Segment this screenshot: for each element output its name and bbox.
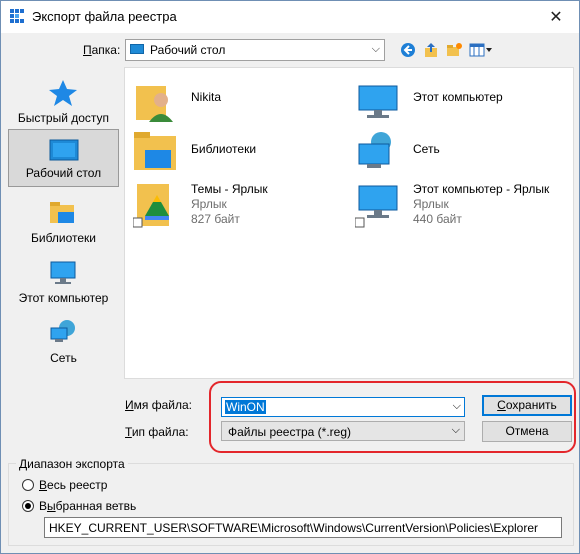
place-desktop[interactable]: Рабочий стол xyxy=(8,129,119,187)
computer-icon xyxy=(358,85,398,118)
registry-editor-icon xyxy=(10,9,24,23)
export-registry-dialog: Экспорт файла реестра ✕ Папка: Рабочий с… xyxy=(0,0,580,554)
back-button[interactable] xyxy=(399,41,417,59)
place-quick-access[interactable]: Быстрый доступ xyxy=(8,73,119,131)
file-name-label: Имя файла: xyxy=(125,398,192,412)
network-icon xyxy=(50,320,75,342)
libraries-icon xyxy=(134,132,176,170)
computer-shortcut-icon xyxy=(355,185,398,228)
user-folder-icon xyxy=(136,86,173,122)
computer-icon xyxy=(50,261,76,284)
libraries-icon xyxy=(50,202,74,223)
place-libraries[interactable]: Библиотеки xyxy=(8,193,119,251)
list-item[interactable]: Сеть xyxy=(355,130,565,178)
selected-branch-radio[interactable] xyxy=(22,500,34,512)
desktop-icon xyxy=(49,139,79,161)
new-folder-icon xyxy=(447,43,462,56)
branch-path-value: HKEY_CURRENT_USER\SOFTWARE\Microsoft\Win… xyxy=(49,521,539,535)
close-icon: ✕ xyxy=(549,9,563,26)
dialog-title: Экспорт файла реестра xyxy=(32,9,177,24)
star-icon xyxy=(49,80,77,106)
look-in-value: Рабочий стол xyxy=(150,43,226,57)
look-in-combo[interactable]: Рабочий стол ⌵ xyxy=(125,39,385,61)
chevron-down-icon: ⌵ xyxy=(371,43,380,55)
list-item[interactable]: Темы - Ярлык Ярлык 827 байт xyxy=(133,182,333,232)
up-folder-icon xyxy=(425,43,437,57)
view-menu-icon xyxy=(469,43,492,57)
back-icon xyxy=(401,43,415,57)
up-folder-button[interactable] xyxy=(422,41,440,59)
place-this-pc[interactable]: Этот компьютер xyxy=(8,253,119,311)
export-range-title: Диапазон экспорта xyxy=(16,457,128,471)
close-button[interactable]: ✕ xyxy=(533,1,579,33)
new-folder-button[interactable] xyxy=(445,41,463,59)
desktop-icon xyxy=(130,44,144,54)
places-bar: Быстрый доступ Рабочий стол Библиотеки Э… xyxy=(8,67,119,379)
highlight-annotation xyxy=(209,381,576,453)
look-in-label: Папка: xyxy=(83,43,121,57)
place-network[interactable]: Сеть xyxy=(8,313,119,371)
list-item[interactable]: Этот компьютер - Ярлык Ярлык 440 байт xyxy=(355,182,565,232)
network-icon xyxy=(358,132,391,168)
file-list[interactable]: Nikita Этот компьютер Библиотеки Сеть Те… xyxy=(124,67,574,379)
all-registry-radio[interactable] xyxy=(22,479,34,491)
view-menu-button[interactable] xyxy=(468,41,494,59)
list-item[interactable]: Библиотеки xyxy=(133,130,333,178)
list-item[interactable]: Nikita xyxy=(133,78,333,126)
all-registry-label[interactable]: Весь реестр xyxy=(39,478,107,492)
list-item[interactable]: Этот компьютер xyxy=(355,78,565,126)
file-type-label: Тип файла: xyxy=(125,425,189,439)
google-drive-shortcut-icon xyxy=(133,184,169,228)
branch-path-input[interactable]: HKEY_CURRENT_USER\SOFTWARE\Microsoft\Win… xyxy=(44,517,562,538)
title-bar: Экспорт файла реестра ✕ xyxy=(1,1,579,33)
selected-branch-label[interactable]: Выбранная ветвь xyxy=(39,499,136,513)
